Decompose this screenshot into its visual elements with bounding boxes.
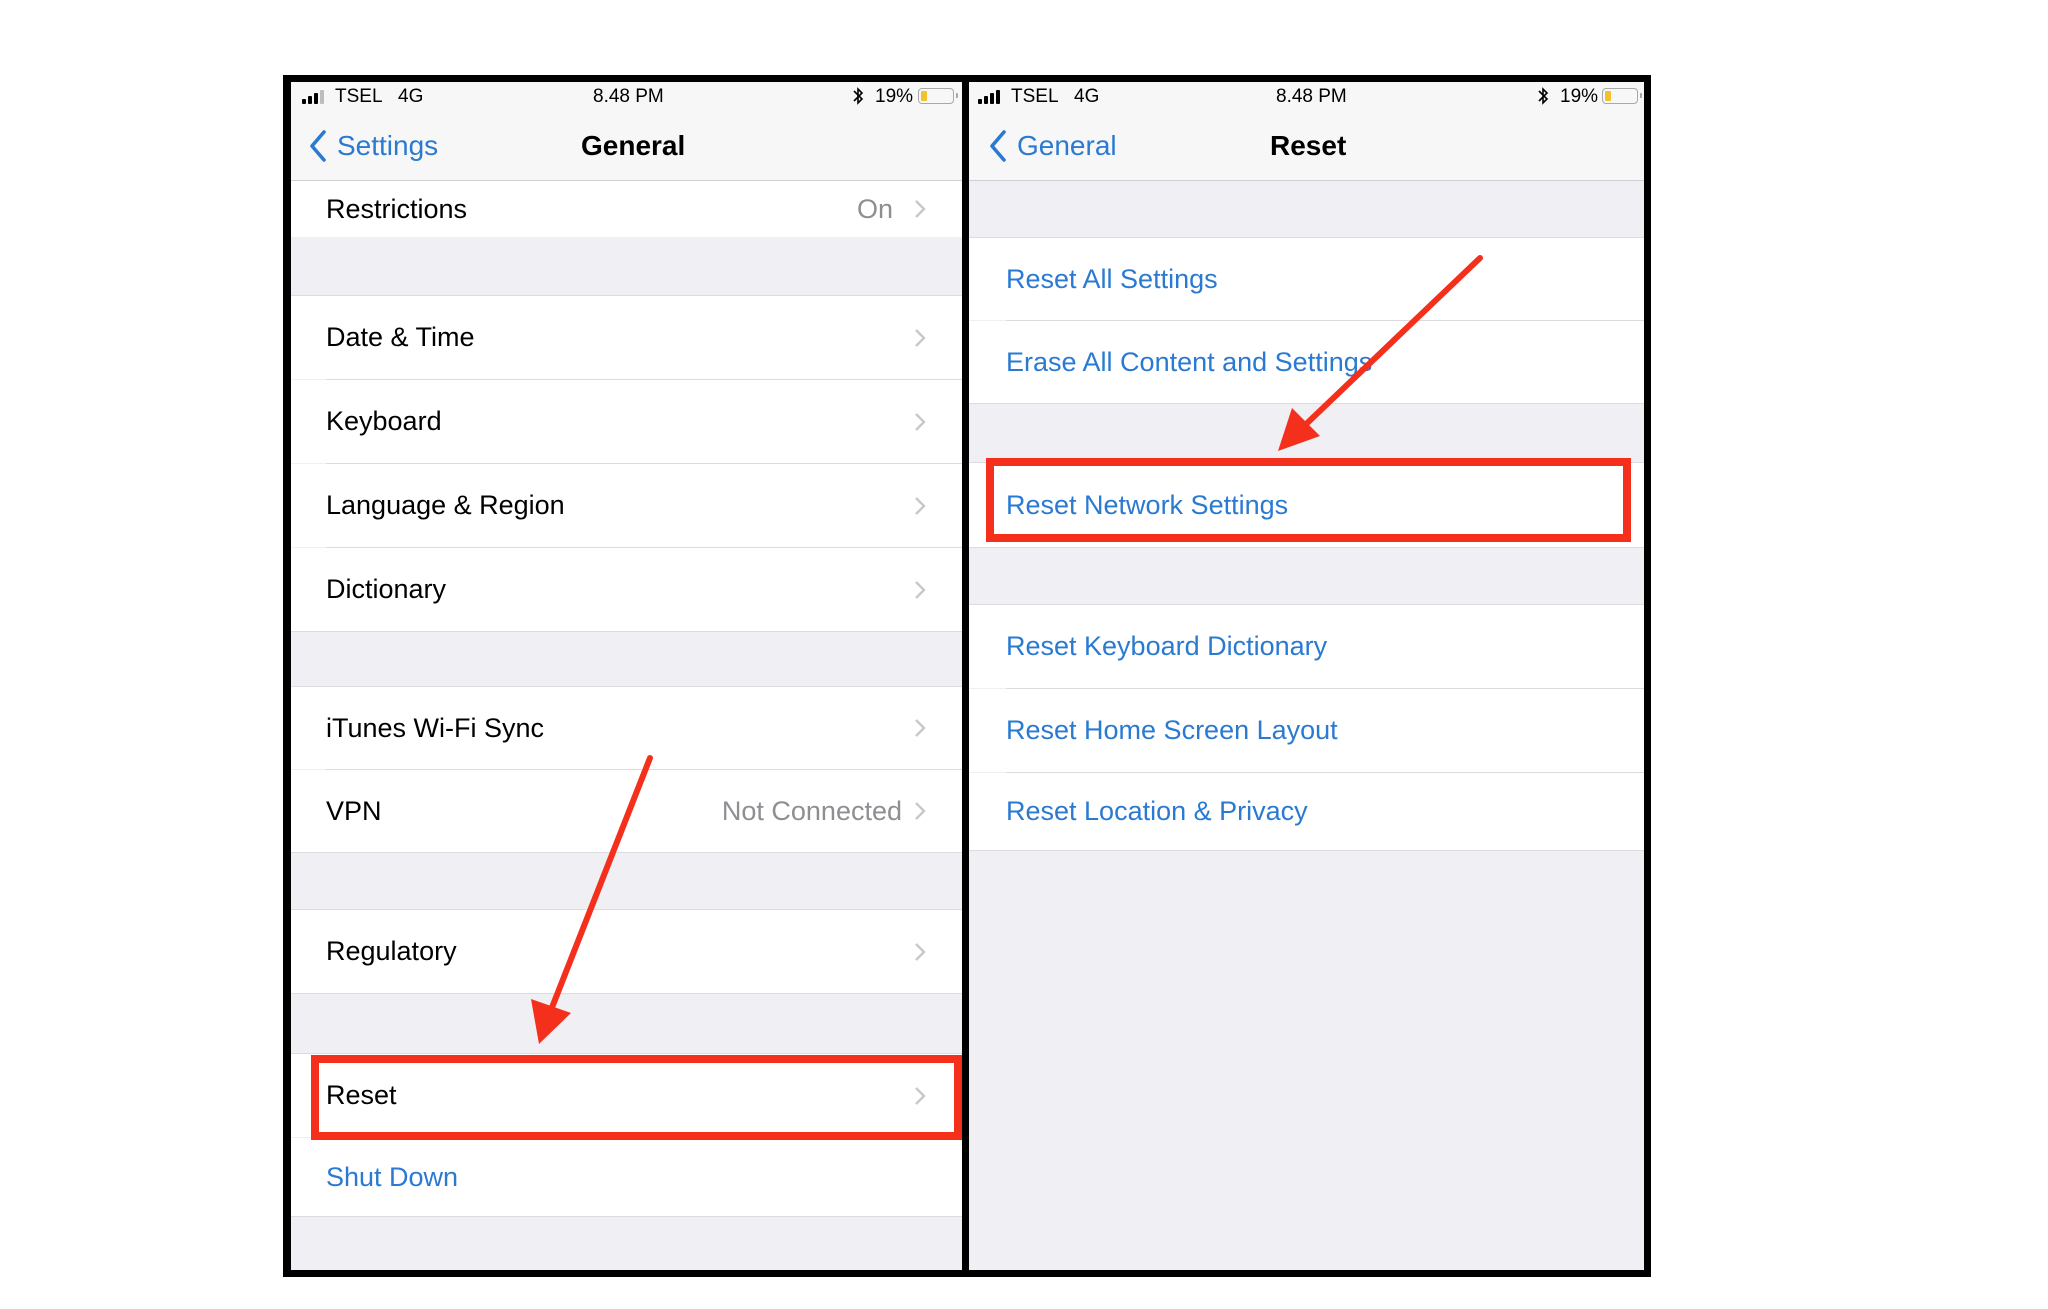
chevron-right-icon <box>914 380 926 463</box>
settings-row-language-region[interactable]: Language & Region <box>291 464 962 547</box>
row-label: Reset Home Screen Layout <box>1006 715 1338 745</box>
general-screen: TSEL 4G 8.48 PM 19% Settings General Res… <box>291 82 962 1270</box>
carrier-label: TSEL <box>1011 86 1059 107</box>
settings-row-restrictions[interactable]: Restrictions On <box>291 181 962 237</box>
row-label: Reset All Settings <box>1006 263 1218 294</box>
chevron-right-icon <box>914 770 926 852</box>
battery-icon <box>918 88 958 104</box>
settings-row-vpn[interactable]: VPN Not Connected <box>291 770 962 852</box>
row-label: Regulatory <box>326 936 457 966</box>
network-type-label: 4G <box>1074 86 1100 107</box>
settings-row-reset[interactable]: Reset <box>291 1054 962 1137</box>
battery-icon <box>1602 88 1642 104</box>
reset-row-home-screen-layout[interactable]: Reset Home Screen Layout <box>969 689 1644 772</box>
row-label: Reset Location & Privacy <box>1006 796 1308 826</box>
chevron-right-icon <box>914 296 926 379</box>
back-label: General <box>1017 130 1117 161</box>
row-label: Date & Time <box>326 322 475 352</box>
chevron-right-icon <box>914 910 926 993</box>
signal-strength-icon <box>978 90 1000 104</box>
settings-row-date-time[interactable]: Date & Time <box>291 296 962 379</box>
status-time: 8.48 PM <box>1276 86 1347 107</box>
carrier-label: TSEL <box>335 86 383 107</box>
reset-screen: TSEL 4G 8.48 PM 19% General Reset Reset … <box>969 82 1644 1270</box>
chevron-right-icon <box>914 687 926 769</box>
chevron-right-icon <box>914 548 926 631</box>
status-bar: TSEL 4G 8.48 PM 19% <box>969 82 1644 112</box>
row-value: Not Connected <box>721 795 902 826</box>
settings-row-keyboard[interactable]: Keyboard <box>291 380 962 463</box>
reset-row-all-settings[interactable]: Reset All Settings <box>969 238 1644 320</box>
row-label: Language & Region <box>326 490 565 520</box>
navigation-bar: Settings General <box>291 112 962 181</box>
chevron-right-icon <box>914 1054 926 1137</box>
row-label: Reset Keyboard Dictionary <box>1006 631 1328 661</box>
row-label: Reset <box>326 1080 397 1110</box>
settings-row-regulatory[interactable]: Regulatory <box>291 910 962 993</box>
row-label: VPN <box>326 795 382 826</box>
chevron-right-icon <box>914 181 926 237</box>
chevron-left-icon <box>990 130 1006 162</box>
settings-row-dictionary[interactable]: Dictionary <box>291 548 962 631</box>
status-time: 8.48 PM <box>593 86 664 107</box>
reset-row-erase-all[interactable]: Erase All Content and Settings <box>969 321 1644 403</box>
divider <box>291 852 962 853</box>
divider <box>969 850 1644 851</box>
signal-strength-icon <box>302 90 324 104</box>
battery-percentage: 19% <box>1560 86 1599 107</box>
row-label: Dictionary <box>326 574 447 604</box>
divider <box>969 403 1644 404</box>
bluetooth-icon <box>1537 86 1549 112</box>
network-type-label: 4G <box>398 86 424 107</box>
battery-percentage: 19% <box>875 86 914 107</box>
row-label: Restrictions <box>326 193 468 224</box>
divider <box>969 547 1644 548</box>
row-label: Keyboard <box>326 406 442 436</box>
chevron-right-icon <box>914 464 926 547</box>
page-title: General <box>581 130 686 161</box>
settings-row-itunes-wifi-sync[interactable]: iTunes Wi-Fi Sync <box>291 687 962 769</box>
reset-row-keyboard-dictionary[interactable]: Reset Keyboard Dictionary <box>969 605 1644 688</box>
page-title: Reset <box>1270 130 1347 161</box>
reset-row-location-privacy[interactable]: Reset Location & Privacy <box>969 773 1644 850</box>
back-button-settings[interactable]: Settings <box>309 126 438 166</box>
row-label: Shut Down <box>326 1161 459 1192</box>
navigation-bar: General Reset <box>969 112 1644 181</box>
row-label: Reset Network Settings <box>1006 489 1289 520</box>
divider <box>291 1216 962 1217</box>
row-value: On <box>856 193 893 224</box>
back-button-general[interactable]: General <box>989 126 1117 166</box>
divider <box>291 993 962 994</box>
chevron-left-icon <box>310 130 326 162</box>
status-bar: TSEL 4G 8.48 PM 19% <box>291 82 962 112</box>
bluetooth-icon <box>852 86 864 112</box>
reset-row-network-settings[interactable]: Reset Network Settings <box>969 463 1644 547</box>
row-label: Erase All Content and Settings <box>1006 346 1373 377</box>
settings-row-shut-down[interactable]: Shut Down <box>291 1138 962 1216</box>
divider <box>291 631 962 632</box>
row-label: iTunes Wi-Fi Sync <box>326 712 545 743</box>
back-label: Settings <box>337 130 439 161</box>
